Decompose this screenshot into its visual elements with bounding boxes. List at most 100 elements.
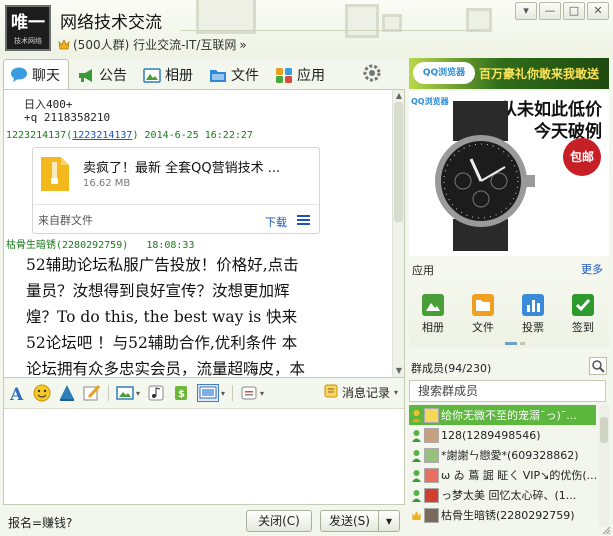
chevron-down-icon[interactable]: ▾ [260,389,264,398]
app-label: 文件 [472,321,494,334]
sender-id[interactable]: 1223214137 [6,130,66,141]
tab-chat[interactable]: 聊天 [3,59,69,89]
message-line: 量员？汝想得到良好宣传？汝想更加辉 [26,282,290,300]
window-controls: ▾ — □ ✕ [515,2,609,20]
member-item[interactable]: ω ゐ 蔦 誳 眐ㄑ VIP↘的优伤(... [409,465,596,485]
pager-dots[interactable] [505,342,525,345]
app-label: 相册 [422,321,444,334]
decorative-frame [466,8,492,32]
scroll-thumb[interactable] [600,417,608,443]
photo-icon [143,67,161,84]
close-icon[interactable]: ✕ [587,2,609,20]
skin-button[interactable]: ▾ [515,2,537,20]
app-files[interactable]: 文件 [463,294,503,335]
member-name: ω ゐ 蔦 誳 眐ㄑ VIP↘的优伤(... [441,469,596,482]
doodle-icon[interactable] [83,384,101,402]
send-options-chevron-down-icon[interactable]: ▾ [378,510,400,532]
resize-grip-icon[interactable] [601,524,611,535]
app-album[interactable]: 相册 [413,294,453,335]
tab-apps[interactable]: 应用 [269,61,333,89]
image-icon[interactable] [116,384,134,402]
group-name[interactable]: 网络技术交流 [60,8,162,33]
title-bar: 唯一 技术网络 网络技术交流 (500人群) 行业交流-IT/互联网 » ▾ —… [0,0,613,58]
message-text: 日入400+ [24,98,73,111]
tab-album[interactable]: 相册 [137,61,201,89]
message-input[interactable] [3,408,405,505]
crown-icon [58,39,70,50]
scroll-up-icon[interactable]: ▲ [394,91,404,101]
photo-icon [422,294,444,316]
top-advertisement[interactable]: QQ浏览器 百万豪礼你敢来我敢送 [409,58,609,89]
maximize-button[interactable]: □ [563,2,585,20]
free-shipping-badge: 包邮 [563,138,601,176]
message-line: 论坛拥有众多忠实会员，流量超嗨皮，本 [26,360,306,378]
member-item[interactable]: *謝謝ㄣ戀愛*(609328862) [409,445,596,465]
music-icon[interactable] [147,384,165,402]
chevron-down-icon[interactable]: ▾ [221,389,225,398]
apps-more-link[interactable]: 更多 [581,261,603,277]
gear-icon[interactable] [362,63,382,83]
chat-history[interactable]: 日入400+ +q 2118358210 1223214137(12232141… [3,89,405,378]
decorative-frame [345,4,379,38]
more-info-arrow[interactable]: » [239,38,246,52]
more-tools-icon[interactable] [240,384,258,402]
member-name: *謝謝ㄣ戀愛*(609328862) [441,449,579,462]
tab-announcement[interactable]: 公告 [71,61,135,89]
message-body: 52辅助论坛私服广告投放！价格好,点击 量员？汝想得到良好宣传？汝想更加辉 煌？… [26,252,388,378]
chat-scrollbar[interactable]: ▲ ▼ [392,90,404,377]
avatar [424,507,439,523]
message-line: 52论坛吧 ！与52辅助合作,优利条件 本 [26,334,298,352]
member-icon [411,449,422,462]
download-link[interactable]: 下载 [265,214,287,230]
shake-icon[interactable] [58,384,76,402]
member-item[interactable]: っ梦太美 回忆太心碎、(1... [409,485,596,505]
close-button[interactable]: 关闭(C) [246,510,312,532]
owner-crown-icon [411,509,422,522]
member-search-input[interactable]: 搜索群成员 [409,380,606,402]
minimize-button[interactable]: — [539,2,561,20]
app-checkin[interactable]: 签到 [563,294,603,335]
app-vote[interactable]: 投票 [513,294,553,335]
gift-icon[interactable]: $ [172,384,190,402]
admin-icon [411,409,422,422]
sender-id-link[interactable]: 1223214137 [72,130,132,141]
scroll-down-icon[interactable]: ▼ [394,366,404,376]
tab-files[interactable]: 文件 [203,61,267,89]
file-name[interactable]: 卖疯了！最新 全套QQ营销技术 ... [83,157,280,176]
search-icon[interactable] [589,357,607,375]
member-item[interactable]: 128(1289498546) [409,425,596,445]
menu-icon[interactable] [297,214,310,225]
send-button[interactable]: 发送(S) [320,510,378,532]
apps-panel: 应用 更多 相册 文件 投票 签到 [409,256,609,348]
chevron-down-icon[interactable]: ▾ [136,389,140,398]
decorative-line [180,30,480,31]
tab-label: 聊天 [32,67,60,84]
sender-id[interactable]: (2280292759) [56,240,128,251]
watch-image [435,101,535,251]
chart-icon [522,294,544,316]
tab-label: 公告 [99,68,127,84]
input-toolbar: A ▾ $ ▾ ▾ 消息记录 ▾ [3,378,405,408]
history-icon [324,384,338,401]
side-advertisement[interactable]: QQ浏览器 从未如此低价 今天破例 包邮 [409,91,609,256]
decorative-frame [196,0,256,34]
member-item[interactable]: 给你无微不至的宠溺ˉっ)ˉ... [409,405,596,425]
member-item[interactable]: 枯骨生暗锈(2280292759) [409,505,596,525]
file-source: 来自群文件 [38,214,93,227]
emoji-icon[interactable] [33,384,51,402]
font-icon[interactable]: A [8,384,26,405]
member-name: 128(1289498546) [441,428,541,442]
group-avatar[interactable]: 唯一 技术网络 [5,5,51,51]
message-header: 1223214137(1223214137) 2014-6-25 16:22:2… [6,130,253,141]
screenshot-icon[interactable] [197,384,220,402]
chat-bubble-icon [10,66,28,83]
message-history-button[interactable]: 消息记录 ▾ [324,384,398,401]
avatar [424,487,439,503]
member-scrollbar[interactable] [599,405,609,527]
shared-file-card[interactable]: 卖疯了！最新 全套QQ营销技术 ... 16.62 MB 来自群文件 下载 [32,147,320,234]
sender-name[interactable]: 枯骨生暗锈 [6,240,56,251]
scroll-thumb[interactable] [394,102,403,222]
history-label: 消息记录 [341,386,390,400]
svg-text:$: $ [178,389,185,400]
folder-icon [472,294,494,316]
